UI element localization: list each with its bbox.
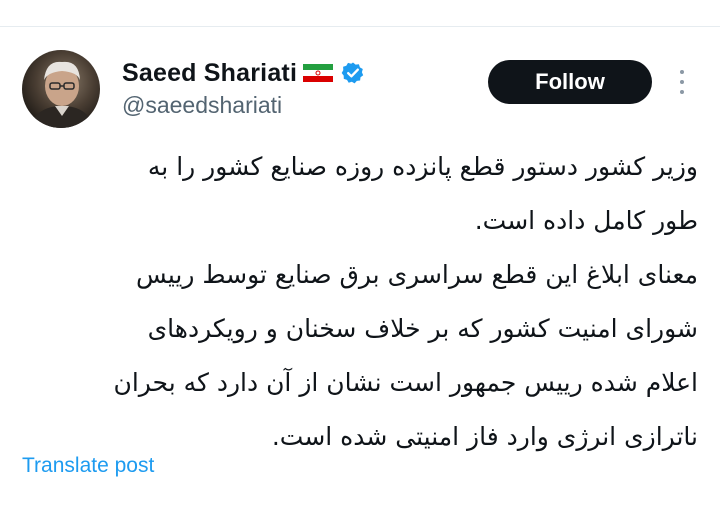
tweet-line: وزیر کشور دستور قطع پانزده روزه صنایع کش… — [147, 152, 698, 181]
verified-badge-icon — [341, 61, 365, 85]
avatar-photo — [30, 61, 94, 128]
tweet-line: معنای ابلاغ این قطع سراسری برق صنایع توس… — [136, 260, 698, 289]
more-options-icon[interactable] — [672, 66, 692, 98]
author-name-row: Saeed Shariati — [122, 56, 365, 90]
avatar[interactable] — [22, 50, 100, 128]
tweet-text: وزیر کشور دستور قطع پانزده روزه صنایع کش… — [22, 140, 698, 464]
author-handle[interactable]: @saeedshariati — [122, 92, 282, 119]
tweet-line: طور کامل داده است. — [474, 206, 698, 235]
more-dot — [680, 80, 684, 84]
iran-flag-icon — [303, 64, 334, 82]
tweet-line: شورای امنیت کشور که بر خلاف سخنان و رویک… — [147, 314, 698, 343]
top-divider — [0, 26, 720, 27]
tweet-line: اعلام شده رییس جمهور است نشان از آن دارد… — [113, 368, 698, 397]
more-dot — [680, 70, 684, 74]
author-name[interactable]: Saeed Shariati — [122, 59, 297, 88]
more-dot — [680, 90, 684, 94]
translate-post-link[interactable]: Translate post — [22, 454, 154, 478]
follow-button[interactable]: Follow — [488, 60, 652, 104]
